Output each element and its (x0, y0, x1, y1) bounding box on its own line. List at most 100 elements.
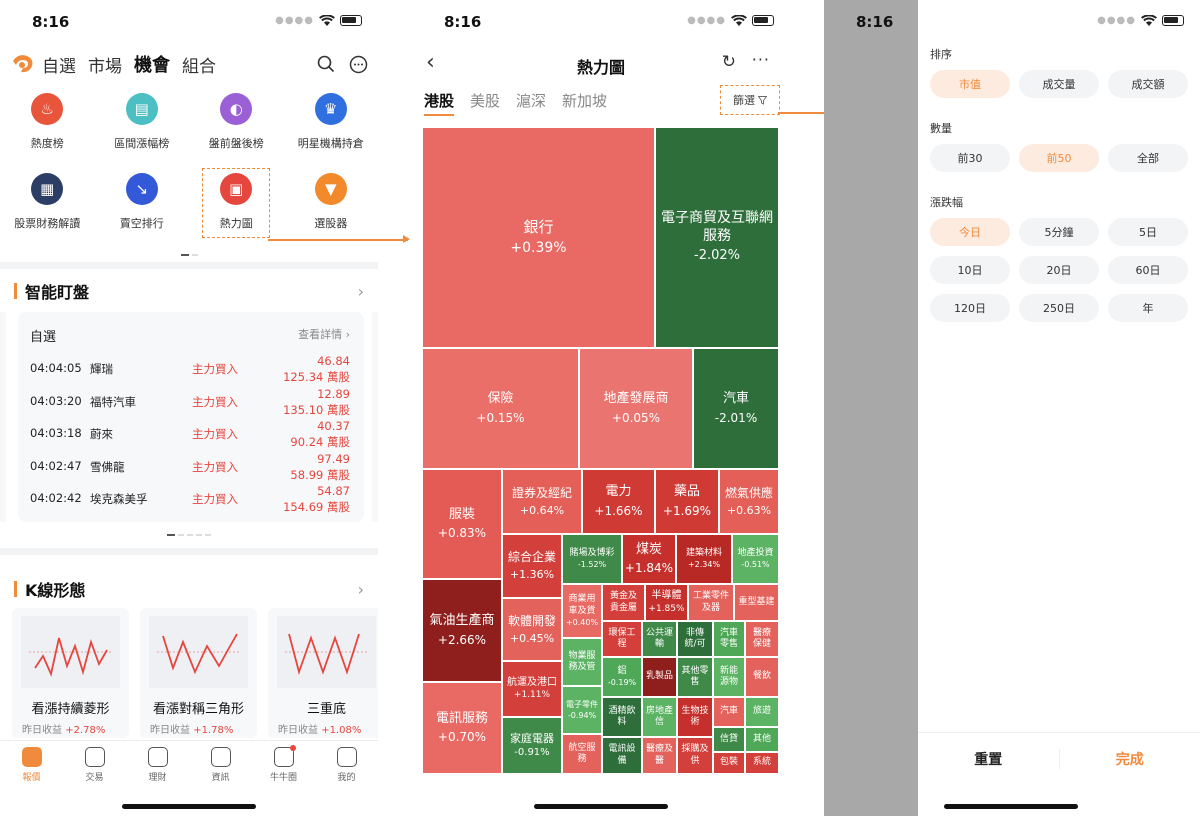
shortcut-item[interactable]: ▼ 選股器 (284, 172, 379, 234)
filter-chip[interactable]: 成交量 (1019, 70, 1099, 98)
heatmap-cell[interactable]: 航空服務 (562, 734, 602, 774)
heatmap-cell[interactable]: 地產投資 -0.51% (732, 534, 779, 584)
heatmap-cell[interactable]: 重型基建 (734, 584, 779, 621)
tab-portfolio[interactable]: 組合 (182, 52, 216, 77)
heatmap-cell[interactable]: 汽車零售 (713, 621, 745, 657)
heatmap-cell[interactable]: 其他 (745, 727, 779, 752)
filter-chip[interactable]: 成交額 (1108, 70, 1188, 98)
filter-chip[interactable]: 市值 (930, 70, 1010, 98)
heatmap-cell[interactable]: 其他零售 (677, 657, 713, 697)
filter-chip[interactable]: 120日 (930, 294, 1010, 322)
heatmap-cell[interactable]: 保險 +0.15% (422, 348, 579, 469)
heatmap-cell[interactable]: 醫療保健 (745, 621, 779, 657)
heatmap-cell[interactable]: 包裝 (713, 752, 745, 774)
heatmap-cell[interactable]: 電子零件 -0.94% (562, 686, 602, 734)
shortcut-item[interactable]: ▣ 熱力圖 (202, 168, 271, 238)
shortcut-item[interactable]: ♨ 熱度榜 (0, 92, 95, 154)
heatmap-cell[interactable]: 服裝 +0.83% (422, 469, 502, 579)
heatmap-cell[interactable]: 賭場及博彩 -1.52% (562, 534, 622, 584)
heatmap-cell[interactable]: 房地產信 (642, 697, 677, 737)
heatmap-cell[interactable]: 燃氣供應 +0.63% (719, 469, 779, 534)
filter-chip[interactable]: 前50 (1019, 144, 1099, 172)
heatmap-cell[interactable]: 家庭電器 -0.91% (502, 717, 562, 774)
filter-chip[interactable]: 全部 (1108, 144, 1188, 172)
heatmap-cell[interactable]: 物業服務及管 (562, 638, 602, 686)
search-icon[interactable] (317, 55, 335, 73)
heatmap-cell[interactable]: 信貸 (713, 727, 745, 752)
heatmap-cell[interactable]: 藥品 +1.69% (655, 469, 719, 534)
heatmap-cell[interactable]: 工業零件及器 (688, 584, 734, 621)
filter-button[interactable]: 篩選 (720, 85, 780, 115)
heatmap-cell[interactable]: 航運及港口 +1.11% (502, 661, 562, 717)
heatmap-cell[interactable]: 系統 (745, 752, 779, 774)
kline-card[interactable]: 看漲對稱三角形 昨日收益 +1.78% (140, 608, 257, 738)
heatmap-cell[interactable]: 黃金及貴金屬 (602, 584, 645, 621)
market-tab[interactable]: 滬深 (516, 90, 546, 116)
monitor-row[interactable]: 04:03:18 蔚來 主力買入 40.37 90.24 萬股 (30, 417, 350, 449)
refresh-icon[interactable]: ↻ (722, 52, 736, 72)
monitor-row[interactable]: 04:02:47 雪佛龍 主力買入 97.49 58.99 萬股 (30, 450, 350, 482)
tab-news[interactable]: 資訊 (189, 741, 252, 792)
filter-chip[interactable]: 250日 (1019, 294, 1099, 322)
filter-chip[interactable]: 5分鐘 (1019, 218, 1099, 246)
heatmap-cell[interactable]: 氣油生產商 +2.66% (422, 579, 502, 682)
tab-watchlist[interactable]: 自選 (42, 52, 76, 77)
heatmap-cell[interactable]: 地產發展商 +0.05% (579, 348, 693, 469)
shortcut-item[interactable]: ▦ 股票財務解讀 (0, 172, 95, 234)
more-icon[interactable]: ··· (752, 50, 770, 69)
kline-card[interactable]: 三重底 昨日收益 +1.08% (268, 608, 378, 738)
heatmap-cell[interactable]: 新能源物 (713, 657, 745, 697)
smart-monitor-header[interactable]: 智能盯盤 › (0, 276, 378, 306)
heatmap-cell[interactable]: 銀行 +0.39% (422, 127, 655, 348)
heatmap-cell[interactable]: 酒精飲料 (602, 697, 642, 737)
heatmap-cell[interactable]: 軟體開發 +0.45% (502, 598, 562, 661)
done-button[interactable]: 完成 (1060, 749, 1200, 769)
filter-chip[interactable]: 前30 (930, 144, 1010, 172)
heatmap-cell[interactable]: 採購及供 (677, 737, 713, 774)
filter-chip[interactable]: 10日 (930, 256, 1010, 284)
monitor-row[interactable]: 04:04:05 輝瑞 主力買入 46.84 125.34 萬股 (30, 352, 350, 384)
kline-card[interactable]: 看漲持續菱形 昨日收益 +2.78% (12, 608, 129, 738)
tab-trade[interactable]: 交易 (63, 741, 126, 792)
monitor-row[interactable]: 04:03:20 福特汽車 主力買入 12.89 135.10 萬股 (30, 385, 350, 417)
heatmap-cell[interactable]: 醫療及醫 (642, 737, 677, 774)
message-icon[interactable] (349, 55, 368, 74)
tab-chart[interactable]: 報價 (0, 741, 63, 792)
filter-chip[interactable]: 60日 (1108, 256, 1188, 284)
filter-chip[interactable]: 年 (1108, 294, 1188, 322)
tab-piggy[interactable]: 理財 (126, 741, 189, 792)
reset-button[interactable]: 重置 (918, 748, 1060, 769)
heatmap-cell[interactable]: 電訊服務 +0.70% (422, 682, 502, 774)
market-tab[interactable]: 港股 (424, 90, 455, 116)
heatmap-cell[interactable]: 非傳統/可 (677, 621, 713, 657)
heatmap-cell[interactable]: 餐飲 (745, 657, 779, 697)
dimmed-background[interactable]: 8:16 ●●●● ‹ 熱力圖 ↻ ··· 港股美股滬深新加坡 篩選 銀行+0.… (824, 0, 918, 816)
heatmap-cell[interactable]: 汽車 (713, 697, 745, 727)
shortcut-item[interactable]: ♛ 明星機構持倉 (284, 92, 379, 154)
heatmap-cell[interactable]: 商業用車及貨 +0.40% (562, 584, 602, 638)
shortcut-item[interactable]: ◐ 盤前盤後榜 (189, 92, 284, 154)
market-tab[interactable]: 美股 (470, 90, 500, 116)
heatmap-cell[interactable]: 證券及經紀 +0.64% (502, 469, 582, 534)
heatmap-cell[interactable]: 半導體 +1.85% (645, 584, 688, 621)
smart-monitor-card[interactable]: 自選 查看詳情 › 04:04:05 輝瑞 主力買入 46.84 125.34 萬股 04… (18, 312, 364, 522)
tab-opportunities[interactable]: 機會 (134, 51, 170, 77)
heatmap-cell[interactable]: 汽車 -2.01% (693, 348, 779, 469)
heatmap-cell[interactable]: 電力 +1.66% (582, 469, 655, 534)
heatmap-cell[interactable]: 煤炭 +1.84% (622, 534, 676, 584)
kline-header[interactable]: K線形態 › (0, 574, 378, 604)
tab-profile[interactable]: 我的 (315, 741, 378, 792)
monitor-row[interactable]: 04:02:42 埃克森美孚 主力買入 54.87 154.69 萬股 (30, 482, 350, 514)
heatmap-cell[interactable]: 建築材料 +2.34% (676, 534, 732, 584)
shortcut-item[interactable]: ▤ 區間漲幅榜 (95, 92, 190, 154)
heatmap-cell[interactable]: 生物技術 (677, 697, 713, 737)
heatmap-cell[interactable]: 旅遊 (745, 697, 779, 727)
heatmap-cell[interactable]: 鋁 -0.19% (602, 657, 642, 697)
filter-chip[interactable]: 今日 (930, 218, 1010, 246)
filter-chip[interactable]: 20日 (1019, 256, 1099, 284)
shortcut-item[interactable]: ↘ 賣空排行 (95, 172, 190, 234)
heatmap-cell[interactable]: 綜合企業 +1.36% (502, 534, 562, 598)
heatmap-cell[interactable]: 環保工程 (602, 621, 642, 657)
heatmap-cell[interactable]: 電子商貿及互聯網服務 -2.02% (655, 127, 779, 348)
tab-community[interactable]: 牛牛圈 (252, 741, 315, 792)
